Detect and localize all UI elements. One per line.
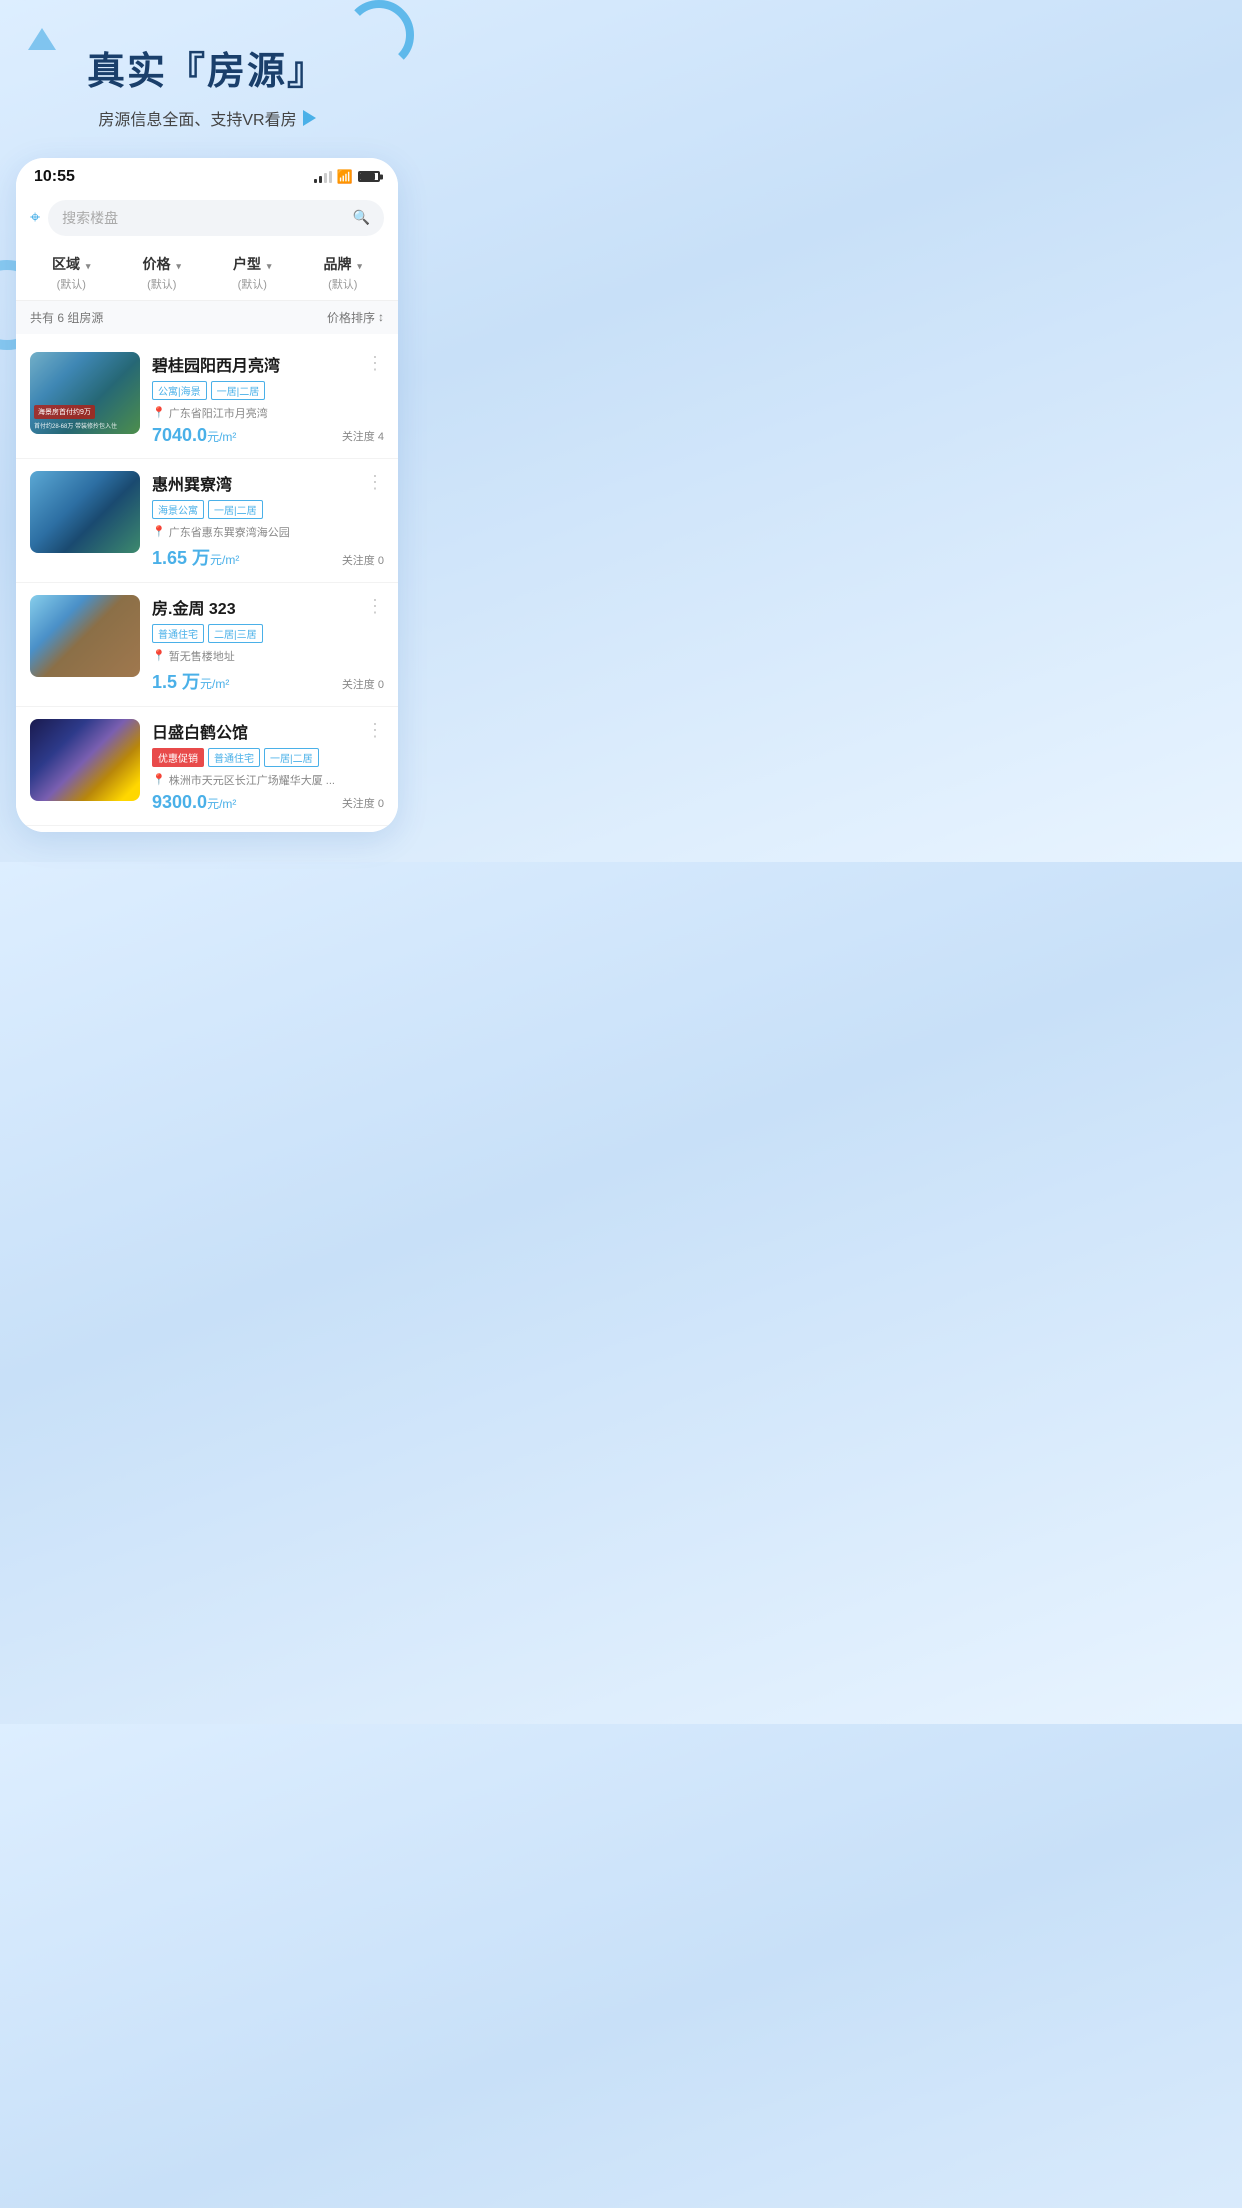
battery-icon [358, 171, 380, 182]
listing-tag: 海景公寓 [152, 500, 204, 519]
battery-fill [360, 173, 375, 180]
listing-image-1: 海景房首付约9万 首付约28-68万 带装修拎包入住 [30, 352, 140, 434]
more-button-1[interactable]: ⋮ [366, 354, 384, 372]
img-overlay-1: 海景房首付约9万 首付约28-68万 带装修拎包入住 [30, 352, 140, 434]
listing-item[interactable]: 海景房首付约9万 首付约28-68万 带装修拎包入住 碧桂园阳西月亮湾 公寓|海… [16, 340, 398, 459]
location-icon: ⌖ [30, 207, 40, 228]
listing-tag: 二居|三居 [208, 624, 263, 643]
listing-tag: 一居|二居 [211, 381, 266, 400]
search-icon: 🔍 [353, 209, 370, 226]
results-bar: 共有 6 组房源 价格排序 ↕ [16, 301, 398, 334]
listing-tags-3: 普通住宅 二居|三居 [152, 624, 384, 643]
listing-attention-2: 关注度 0 [342, 552, 384, 568]
filter-tab-type-sub: (默认) [209, 276, 296, 292]
img-sub-1: 首付约28-68万 带装修拎包入住 [34, 421, 136, 430]
filter-tab-price-sub: (默认) [119, 276, 206, 292]
chevron-down-icon: ▾ [267, 261, 272, 272]
listing-tag: 一居|二居 [208, 500, 263, 519]
filter-tab-type[interactable]: 户型 ▾ (默认) [207, 246, 298, 300]
chevron-down-icon: ▾ [176, 261, 181, 272]
listing-attention-3: 关注度 0 [342, 676, 384, 692]
pin-icon: 📍 [152, 649, 166, 662]
price-unit-1: 元/m² [207, 430, 236, 444]
listing-list: 海景房首付约9万 首付约28-68万 带装修拎包入住 碧桂园阳西月亮湾 公寓|海… [16, 334, 398, 832]
listing-title-3: 房.金周 323 [152, 595, 384, 619]
hero-subtitle-text: 房源信息全面、支持VR看房 [98, 106, 296, 130]
wifi-icon: 📶 [337, 169, 353, 185]
filter-tab-area-label: 区域 ▾ [28, 254, 115, 274]
listing-item[interactable]: 日盛白鹤公馆 优惠促销 普通住宅 一居|二居 📍 株洲市天元区长江广场耀华大厦 … [16, 707, 398, 826]
listing-attention-1: 关注度 4 [342, 428, 384, 444]
search-bar[interactable]: 搜索楼盘 🔍 [48, 200, 384, 236]
hero-section: 真实『房源』 房源信息全面、支持VR看房 [0, 0, 414, 158]
filter-tab-area[interactable]: 区域 ▾ (默认) [26, 246, 117, 300]
pin-icon: 📍 [152, 406, 166, 419]
price-unit-2: 元/m² [210, 553, 239, 567]
status-bar: 10:55 📶 [16, 158, 398, 192]
listing-tags-4: 优惠促销 普通住宅 一居|二居 [152, 748, 384, 767]
signal-bar-1 [314, 179, 317, 183]
listing-tag: 普通住宅 [208, 748, 260, 767]
listing-tag: 普通住宅 [152, 624, 204, 643]
filter-tab-brand[interactable]: 品牌 ▾ (默认) [298, 246, 389, 300]
listing-tags-2: 海景公寓 一居|二居 [152, 500, 384, 519]
price-unit-3: 元/m² [200, 677, 229, 691]
chevron-down-icon: ▾ [357, 261, 362, 272]
listing-location-3: 📍 暂无售楼地址 [152, 648, 384, 664]
listing-tag: 一居|二居 [264, 748, 319, 767]
signal-bar-4 [329, 171, 332, 183]
filter-tab-price-label: 价格 ▾ [119, 254, 206, 274]
sort-icon: ↕ [378, 310, 384, 324]
listing-tags-1: 公寓|海景 一居|二居 [152, 381, 384, 400]
signal-bar-2 [319, 176, 322, 183]
listing-location-1: 📍 广东省阳江市月亮湾 [152, 405, 384, 421]
search-placeholder: 搜索楼盘 [62, 208, 118, 228]
sort-option[interactable]: 价格排序 ↕ [327, 309, 384, 326]
listing-title-2: 惠州巽寮湾 [152, 471, 384, 495]
play-icon [303, 110, 316, 126]
listing-title-4: 日盛白鹤公馆 [152, 719, 384, 743]
listing-image-2 [30, 471, 140, 553]
listing-tag: 优惠促销 [152, 748, 204, 767]
filter-tab-area-sub: (默认) [28, 276, 115, 292]
hero-subtitle: 房源信息全面、支持VR看房 [20, 106, 394, 130]
more-button-3[interactable]: ⋮ [366, 597, 384, 615]
listing-tag: 公寓|海景 [152, 381, 207, 400]
signal-bars-icon [314, 171, 332, 183]
more-button-2[interactable]: ⋮ [366, 473, 384, 491]
phone-frame: 10:55 📶 ⌖ 搜索楼盘 🔍 区域 ▾ (默认) 价格 [16, 158, 398, 832]
listing-image-3 [30, 595, 140, 677]
listing-item[interactable]: 房.金周 323 普通住宅 二居|三居 📍 暂无售楼地址 1.5 万元/m² ⋮… [16, 583, 398, 707]
pin-icon: 📍 [152, 525, 166, 538]
signal-bar-3 [324, 173, 327, 183]
hero-title: 真实『房源』 [20, 50, 394, 96]
listing-image-4 [30, 719, 140, 801]
img-badge-1: 海景房首付约9万 [34, 405, 95, 419]
listing-attention-4: 关注度 0 [342, 795, 384, 811]
more-button-4[interactable]: ⋮ [366, 721, 384, 739]
status-time: 10:55 [34, 168, 75, 186]
listing-location-2: 📍 广东省惠东巽寮湾海公园 [152, 524, 384, 540]
filter-tab-price[interactable]: 价格 ▾ (默认) [117, 246, 208, 300]
price-unit-4: 元/m² [207, 797, 236, 811]
filter-tab-type-label: 户型 ▾ [209, 254, 296, 274]
search-section: ⌖ 搜索楼盘 🔍 [16, 192, 398, 246]
chevron-down-icon: ▾ [86, 261, 91, 272]
listing-location-4: 📍 株洲市天元区长江广场耀华大厦 ... [152, 772, 384, 788]
filter-tabs: 区域 ▾ (默认) 价格 ▾ (默认) 户型 ▾ (默认) 品牌 ▾ (默认) [16, 246, 398, 301]
filter-tab-brand-sub: (默认) [300, 276, 387, 292]
listing-item[interactable]: 惠州巽寮湾 海景公寓 一居|二居 📍 广东省惠东巽寮湾海公园 1.65 万元/m… [16, 459, 398, 583]
sort-label: 价格排序 [327, 309, 375, 326]
listing-title-1: 碧桂园阳西月亮湾 [152, 352, 384, 376]
filter-tab-brand-label: 品牌 ▾ [300, 254, 387, 274]
results-count: 共有 6 组房源 [30, 309, 103, 326]
status-icons: 📶 [314, 169, 380, 185]
pin-icon: 📍 [152, 773, 166, 786]
